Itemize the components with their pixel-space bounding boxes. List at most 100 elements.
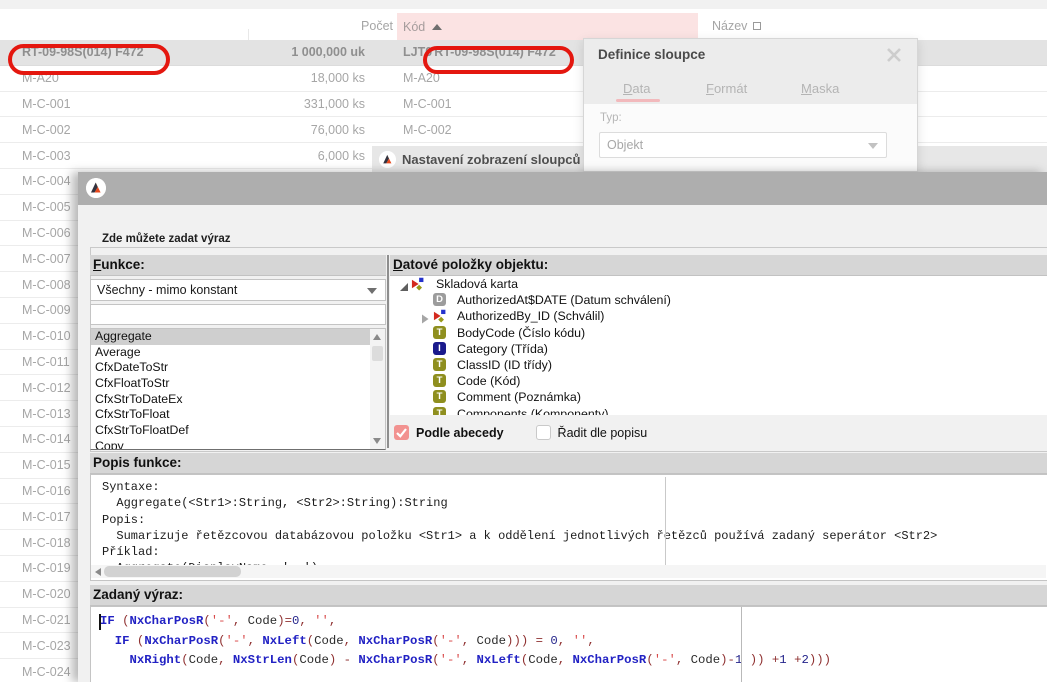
cell-name: M-C-016: [22, 479, 71, 504]
top-strip: [0, 0, 1047, 9]
expression-header: Zadaný výraz:: [90, 585, 1047, 606]
object-type-icon: [411, 277, 425, 291]
code-line: IF (NxCharPosR('-', NxLeft(Code, NxCharP…: [91, 632, 1047, 652]
margin-guide-line: [741, 607, 742, 682]
cell-name: M-C-004: [22, 169, 71, 194]
panel-divider[interactable]: [387, 255, 389, 448]
column-options-icon: [753, 22, 761, 30]
tree-item-label: Comment (Poznámka): [457, 390, 581, 404]
tree-item[interactable]: TCode (Kód): [390, 373, 1047, 389]
expression-code: IF (NxCharPosR('-', Code)=0, '', IF (NxC…: [91, 612, 1047, 671]
code-line: NxRight(Code, NxStrLen(Code) - NxCharPos…: [91, 651, 1047, 671]
type-dropdown[interactable]: Objekt: [599, 132, 887, 158]
tree-item[interactable]: AuthorizedBy_ID (Schválil): [390, 308, 1047, 324]
function-list-item[interactable]: Copy: [91, 439, 385, 450]
function-description-header: Popis funkce:: [90, 453, 1047, 474]
cell-name: M-C-023: [22, 633, 71, 658]
sort-by-description-label: Řadit dle popisu: [558, 426, 648, 440]
tab-maska[interactable]: Maska: [801, 81, 839, 96]
tree-options-row: Podle abecedy Řadit dle popisu: [390, 417, 1047, 448]
tree-item-label: Code (Kód): [457, 374, 520, 388]
cell-quantity: 1 000,000 uk: [180, 40, 365, 65]
function-list-scrollbar[interactable]: [370, 329, 385, 449]
dialog-content-panel: Typ: Objekt: [584, 104, 917, 171]
field-type-T-icon: T: [433, 326, 447, 340]
function-description-box: Syntaxe: Aggregate(<Str1>:String, <Str2>…: [90, 474, 1047, 581]
function-list-item[interactable]: CfxFloatToStr: [91, 376, 385, 392]
field-type-T-icon: T: [433, 407, 447, 415]
alphabetical-checkbox[interactable]: [394, 425, 409, 440]
cell-name: M-C-005: [22, 195, 71, 220]
cell-name: M-C-007: [22, 246, 71, 271]
scroll-left-icon[interactable]: [95, 568, 101, 576]
function-list-item[interactable]: CfxDateToStr: [91, 360, 385, 376]
tree-item-label: Skladová karta: [436, 277, 518, 291]
code-line: IF (NxCharPosR('-', Code)=0, '',: [91, 612, 1047, 632]
function-list-item[interactable]: CfxStrToFloatDef: [91, 423, 385, 439]
margin-guide-line: [665, 477, 666, 565]
tree-item[interactable]: T Comment (Poznámka): [390, 389, 1047, 405]
function-list-item[interactable]: CfxStrToFloat: [91, 407, 385, 423]
cell-code: M-C-002: [403, 117, 452, 142]
column-header-pocet[interactable]: Počet: [250, 13, 393, 40]
cell-name: M-C-012: [22, 375, 71, 400]
tab-data[interactable]: Data: [623, 81, 650, 96]
cell-name: M-C-002: [22, 117, 71, 142]
scrollbar-thumb[interactable]: [104, 566, 241, 577]
function-list-item[interactable]: Average: [91, 345, 385, 361]
cell-name: M-C-013: [22, 401, 71, 426]
close-icon[interactable]: [883, 44, 905, 66]
description-line: Syntaxe:: [91, 479, 1047, 495]
tree-expand-icon[interactable]: [420, 311, 430, 321]
function-filter-dropdown[interactable]: Všechny - mimo konstant: [90, 279, 386, 301]
tree-item[interactable]: TComponents (Komponenty): [390, 406, 1047, 416]
function-list-item[interactable]: Aggregate: [91, 329, 385, 345]
tree-item[interactable]: TClassID (ID třídy): [390, 357, 1047, 373]
function-search-input[interactable]: [90, 304, 386, 325]
description-line: Příklad:: [91, 544, 1047, 560]
expression-dialog-titlebar[interactable]: [78, 172, 1047, 205]
column-header-nazev[interactable]: Název: [712, 13, 761, 40]
cell-quantity: 6,000 ks: [180, 143, 365, 168]
column-definition-dialog: Definice sloupce Data Formát Maska Typ: …: [583, 38, 918, 172]
cell-name: M-C-021: [22, 608, 71, 633]
sort-by-description-checkbox[interactable]: [536, 425, 551, 440]
text-caret: [99, 614, 101, 630]
field-type-T-icon: T: [433, 358, 447, 372]
cell-name: M-C-006: [22, 221, 71, 246]
functions-header: Funkce:: [90, 255, 386, 276]
expression-editor-dialog: Zde můžete zadat výraz Funkce: Datové po…: [78, 172, 1047, 682]
description-line: Sumarizuje řetězcovou databázovou položk…: [91, 528, 1047, 544]
tree-item-label: Category (Třída): [457, 342, 548, 356]
scroll-down-icon[interactable]: [373, 438, 381, 444]
tree-item[interactable]: DAuthorizedAt$DATE (Datum schválení): [390, 292, 1047, 308]
tree-collapse-icon[interactable]: [399, 279, 409, 289]
cell-name: M-C-011: [22, 350, 70, 375]
columns-window-title: Nastavení zobrazení sloupců: [402, 152, 580, 167]
scrollbar-thumb[interactable]: [372, 346, 383, 361]
function-description-text: Syntaxe: Aggregate(<Str1>:String, <Str2>…: [91, 475, 1047, 577]
cell-name: M-C-001: [22, 92, 71, 117]
column-header-kod[interactable]: Kód: [397, 13, 698, 40]
field-type-T-icon: T: [433, 390, 447, 404]
chevron-down-icon: [868, 143, 878, 149]
cell-name: M-C-020: [22, 582, 71, 607]
tab-format[interactable]: Formát: [706, 81, 747, 96]
function-list: AggregateAverageCfxDateToStrCfxFloatToSt…: [90, 328, 386, 450]
description-horizontal-scrollbar[interactable]: [91, 565, 1046, 578]
annotation-ellipse-name: [8, 44, 170, 75]
field-type-D-icon: D: [433, 293, 447, 307]
tree-item[interactable]: ICategory (Třída): [390, 341, 1047, 357]
sort-ascending-icon: [432, 24, 442, 30]
tree-item[interactable]: Skladová karta: [390, 276, 1047, 292]
tree-item[interactable]: TBodyCode (Číslo kódu): [390, 325, 1047, 341]
object-type-icon: [433, 309, 447, 323]
dialog-title: Definice sloupce: [598, 47, 705, 62]
function-list-item[interactable]: CfxStrToDateEx: [91, 392, 385, 408]
active-tab-indicator: [616, 99, 660, 102]
chevron-down-icon: [367, 288, 377, 294]
expression-code-editor[interactable]: IF (NxCharPosR('-', Code)=0, '', IF (NxC…: [90, 606, 1047, 682]
cell-code: M-C-001: [403, 92, 452, 117]
type-label: Typ:: [600, 112, 622, 124]
scroll-up-icon[interactable]: [373, 334, 381, 340]
